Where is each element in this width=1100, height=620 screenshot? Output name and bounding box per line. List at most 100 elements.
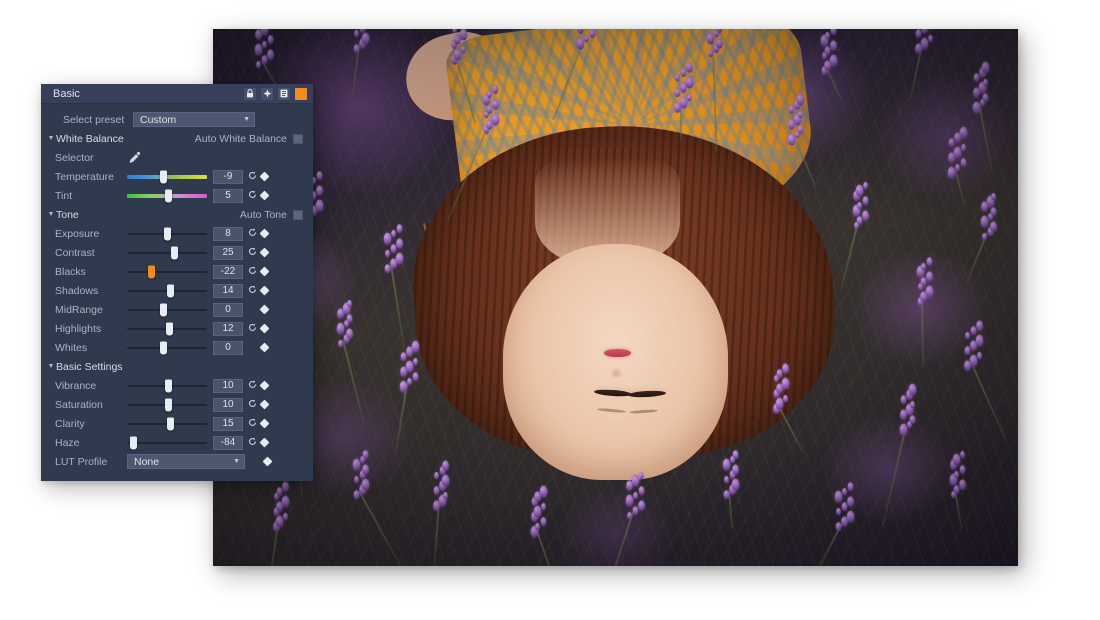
row-actions	[248, 190, 274, 202]
row-actions	[248, 285, 274, 297]
slider-temperature[interactable]	[127, 167, 207, 186]
keyframe-icon[interactable]	[259, 323, 270, 334]
keyframe-icon[interactable]	[262, 456, 273, 467]
keyframe-icon[interactable]	[259, 171, 270, 182]
row-actions	[248, 247, 274, 259]
chevron-down-icon[interactable]: ▼	[46, 211, 56, 218]
value-exposure[interactable]: 8	[213, 226, 243, 241]
value-highlights[interactable]: 12	[213, 321, 243, 336]
reset-icon[interactable]	[248, 323, 257, 335]
keyframe-icon[interactable]	[259, 304, 270, 315]
keyframe-icon[interactable]	[259, 399, 270, 410]
slider-whites[interactable]	[127, 338, 207, 357]
keyframe-icon[interactable]	[259, 418, 270, 429]
keyframe-icon[interactable]	[259, 380, 270, 391]
slider-clarity[interactable]	[127, 414, 207, 433]
slider-handle[interactable]	[165, 322, 173, 335]
keyframe-icon[interactable]	[259, 285, 270, 296]
reset-icon[interactable]	[248, 418, 257, 430]
preset-dropdown[interactable]: Custom ▼	[133, 112, 255, 127]
label-tint: Tint	[55, 189, 73, 202]
keyframe-icon[interactable]	[259, 247, 270, 258]
reset-icon[interactable]	[248, 247, 257, 259]
value-saturation[interactable]: 10	[213, 397, 243, 412]
value-vibrance[interactable]: 10	[213, 378, 243, 393]
reset-icon[interactable]	[248, 228, 257, 240]
slider-saturation[interactable]	[127, 395, 207, 414]
keyframe-icon[interactable]	[259, 342, 270, 353]
row-tint: Tint 5	[41, 186, 313, 205]
slider-handle[interactable]	[147, 265, 155, 278]
value-tint[interactable]: 5	[213, 188, 243, 203]
slider-track	[127, 379, 207, 392]
slider-handle[interactable]	[159, 170, 167, 183]
nose	[609, 366, 624, 379]
keyframe-icon[interactable]	[259, 437, 270, 448]
slider-track	[127, 227, 207, 240]
photo-image	[213, 29, 1018, 566]
eye-right	[627, 390, 667, 399]
slider-handle[interactable]	[160, 303, 168, 316]
reset-icon[interactable]	[248, 437, 257, 449]
row-highlights: Highlights 12	[41, 319, 313, 338]
auto-checkbox[interactable]	[293, 209, 303, 220]
slider-blacks[interactable]	[127, 262, 207, 281]
auto-checkbox[interactable]	[293, 133, 303, 144]
reset-icon[interactable]	[248, 266, 257, 278]
row-actions	[248, 380, 274, 392]
chevron-down-icon[interactable]: ▼	[46, 363, 56, 370]
reset-icon[interactable]	[248, 171, 257, 183]
photo-preview[interactable]	[213, 29, 1018, 566]
keyframe-icon[interactable]	[259, 228, 270, 239]
section-header-basic-settings[interactable]: ▼ Basic Settings	[41, 357, 313, 376]
slider-vibrance[interactable]	[127, 376, 207, 395]
reset-icon[interactable]	[248, 190, 257, 202]
panel-title-bar: Basic	[41, 84, 313, 104]
value-clarity[interactable]: 15	[213, 416, 243, 431]
slider-handle[interactable]	[166, 417, 174, 430]
keyframe-icon[interactable]	[259, 266, 270, 277]
move-icon[interactable]	[261, 87, 273, 100]
lock-icon[interactable]	[244, 87, 256, 100]
auto-toggle-group: Auto White Balance	[195, 133, 313, 145]
section-header-white-balance[interactable]: ▼ White Balance Auto White Balance	[41, 129, 313, 148]
value-temperature[interactable]: -9	[213, 169, 243, 184]
auto-toggle-group: Auto Tone	[240, 209, 313, 221]
slider-handle[interactable]	[160, 341, 168, 354]
slider-haze[interactable]	[127, 433, 207, 452]
slider-tint[interactable]	[127, 186, 207, 205]
lut-profile-dropdown[interactable]: None ▼	[127, 454, 245, 469]
value-blacks[interactable]: -22	[213, 264, 243, 279]
row-actions	[248, 342, 274, 353]
section-header-tone[interactable]: ▼ Tone Auto Tone	[41, 205, 313, 224]
auto-label: Auto Tone	[239, 208, 287, 221]
slider-contrast[interactable]	[127, 243, 207, 262]
copy-icon[interactable]	[278, 87, 290, 100]
value-whites[interactable]: 0	[213, 340, 243, 355]
reset-icon[interactable]	[248, 399, 257, 411]
slider-handle[interactable]	[166, 284, 174, 297]
reset-icon[interactable]	[248, 285, 257, 297]
value-contrast[interactable]: 25	[213, 245, 243, 260]
slider-handle[interactable]	[170, 246, 178, 259]
value-shadows[interactable]: 14	[213, 283, 243, 298]
slider-track	[127, 417, 207, 430]
close-icon[interactable]	[295, 87, 307, 100]
slider-midrange[interactable]	[127, 300, 207, 319]
slider-handle[interactable]	[165, 189, 173, 202]
eyedropper-icon[interactable]	[127, 151, 145, 165]
slider-shadows[interactable]	[127, 281, 207, 300]
slider-handle[interactable]	[165, 398, 173, 411]
slider-handle[interactable]	[129, 436, 137, 449]
slider-handle[interactable]	[164, 227, 172, 240]
keyframe-icon[interactable]	[259, 190, 270, 201]
slider-exposure[interactable]	[127, 224, 207, 243]
value-midrange[interactable]: 0	[213, 302, 243, 317]
row-actions	[248, 171, 274, 183]
chevron-down-icon[interactable]: ▼	[46, 135, 56, 142]
value-haze[interactable]: -84	[213, 435, 243, 450]
slider-handle[interactable]	[165, 379, 173, 392]
reset-icon[interactable]	[248, 380, 257, 392]
slider-highlights[interactable]	[127, 319, 207, 338]
panel-title-icons	[244, 87, 307, 100]
